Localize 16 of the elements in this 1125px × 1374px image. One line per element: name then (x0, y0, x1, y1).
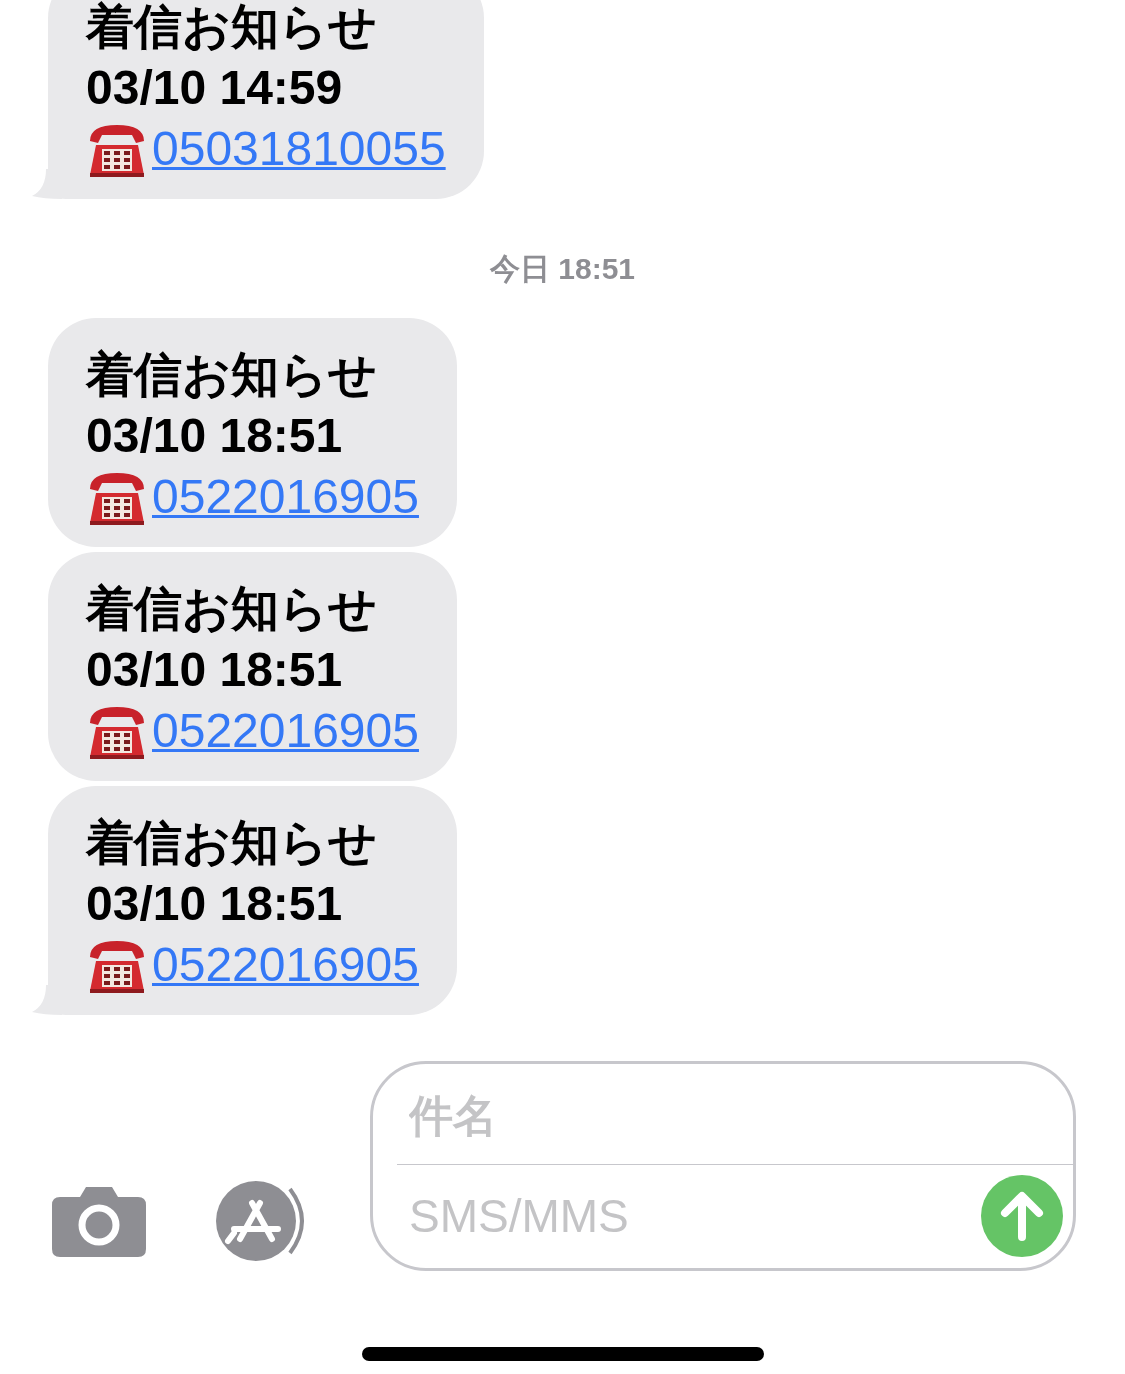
message-title: 着信お知らせ (86, 347, 378, 403)
message-title: 着信お知らせ (86, 0, 378, 55)
phone-number-link[interactable]: 0522016905 (152, 700, 419, 761)
send-button[interactable] (981, 1175, 1063, 1257)
message-title: 着信お知らせ (86, 815, 378, 871)
message-datetime: 03/10 14:59 (86, 60, 344, 116)
message-datetime: 03/10 18:51 (86, 408, 344, 464)
camera-icon[interactable] (52, 1185, 146, 1257)
message-title: 着信お知らせ (86, 581, 378, 637)
phone-number-link[interactable]: 0522016905 (152, 934, 419, 995)
phone-number-link[interactable]: 0522016905 (152, 466, 419, 527)
message-datetime: 03/10 18:51 (86, 876, 344, 932)
message-input[interactable]: SMS/MMS (409, 1181, 909, 1251)
timestamp: 今日 18:51 (489, 251, 636, 287)
message-datetime: 03/10 18:51 (86, 642, 344, 698)
phone-number-link[interactable]: 05031810055 (152, 118, 446, 179)
